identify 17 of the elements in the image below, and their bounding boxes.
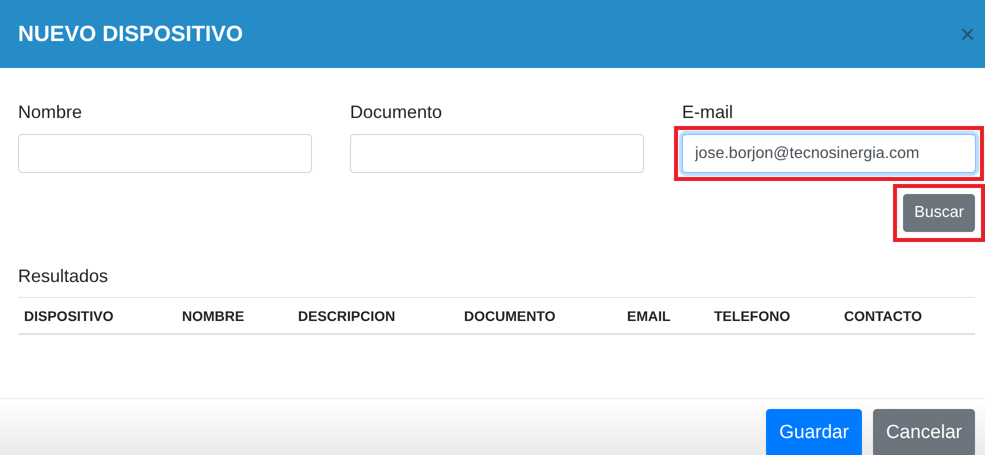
column-header: EMAIL [627, 308, 672, 324]
column-header: DESCRIPCION [298, 308, 396, 324]
column-header: CONTACTO [844, 308, 924, 324]
results-title: Resultados [18, 266, 110, 287]
field-label: Documento [350, 102, 444, 124]
input-field[interactable] [350, 134, 644, 173]
primary-button[interactable]: Guardar [766, 409, 862, 455]
column-header: DOCUMENTO [464, 308, 557, 324]
column-header: NOMBRE [182, 308, 246, 324]
secondary-button[interactable]: Cancelar [872, 409, 975, 455]
column-header: TELEFONO [714, 308, 792, 324]
input-field[interactable] [18, 134, 312, 173]
column-header: DISPOSITIVO [24, 308, 114, 324]
field-label: E-mail [682, 102, 734, 124]
search-button[interactable]: Buscar [903, 194, 975, 232]
field-label: Nombre [18, 102, 84, 124]
dialog-title: NUEVO DISPOSITIVO [18, 21, 243, 47]
